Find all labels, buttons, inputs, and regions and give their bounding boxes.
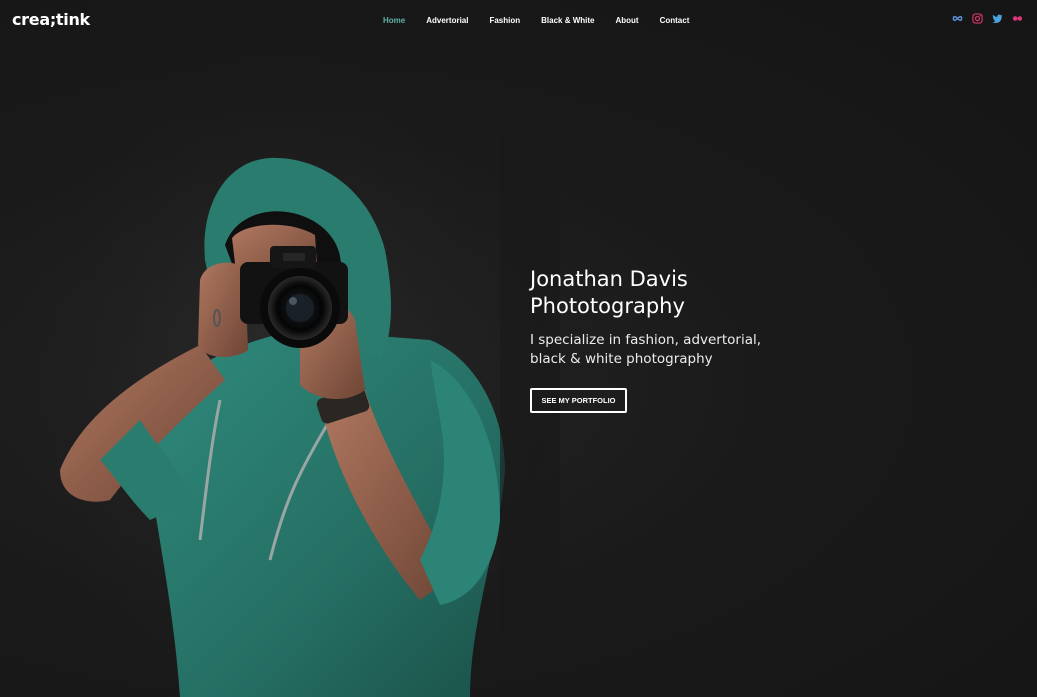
see-portfolio-button[interactable]: SEE MY PORTFOLIO [530, 388, 627, 413]
instagram-icon[interactable] [972, 13, 983, 24]
hero-title: Jonathan Davis Phototography [530, 266, 830, 320]
nav-item-home[interactable]: Home [383, 16, 405, 25]
hero-photo [0, 0, 560, 697]
site-header: crea;tink Home Advertorial Fashion Black… [0, 0, 1037, 42]
hero-subtitle-line1: I specialize in fashion, advertorial, [530, 332, 762, 348]
main-nav: Home Advertorial Fashion Black & White A… [383, 16, 689, 25]
page: crea;tink Home Advertorial Fashion Black… [0, 0, 1037, 697]
hero-title-line1: Jonathan Davis [530, 267, 688, 291]
site-logo[interactable]: crea;tink [12, 10, 90, 29]
nav-item-about[interactable]: About [615, 16, 638, 25]
flickr-infinity-icon[interactable] [952, 13, 963, 24]
nav-item-contact[interactable]: Contact [660, 16, 690, 25]
nav-item-black-white[interactable]: Black & White [541, 16, 594, 25]
hero-title-line2: Phototography [530, 294, 685, 318]
social-links [952, 13, 1023, 24]
nav-item-advertorial[interactable]: Advertorial [426, 16, 468, 25]
twitter-icon[interactable] [992, 13, 1003, 24]
nav-item-fashion[interactable]: Fashion [489, 16, 520, 25]
hero-subtitle-line2: black & white photography [530, 351, 713, 367]
hero-subtitle: I specialize in fashion, advertorial, bl… [530, 331, 770, 369]
flickr-icon[interactable] [1012, 13, 1023, 24]
